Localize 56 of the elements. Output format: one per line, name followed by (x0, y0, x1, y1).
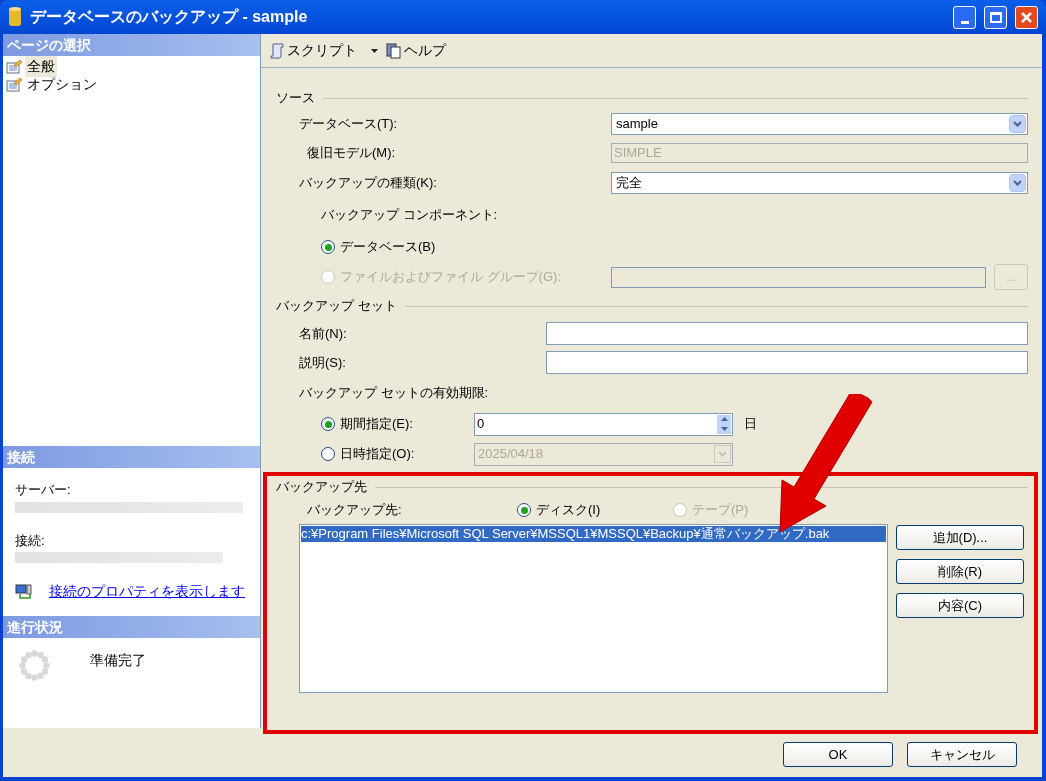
close-button[interactable] (1015, 5, 1038, 29)
minimize-button[interactable] (953, 5, 976, 29)
server-label: サーバー: (15, 481, 72, 499)
destination-button[interactable]: 追加(D)... (896, 525, 1024, 550)
field-label: バックアップの種類(K): (299, 173, 438, 192)
status-text: 準備完了 (90, 651, 146, 670)
group-label: バックアップ コンポーネント: (320, 206, 499, 225)
days-spin-field[interactable]: 0 (474, 412, 733, 436)
page-icon (6, 58, 23, 74)
description-field[interactable] (546, 351, 1028, 374)
page-icon (6, 76, 23, 92)
spin-arrows-icon (717, 414, 731, 434)
maximize-button[interactable] (984, 5, 1007, 29)
toolbar-button[interactable]: スクリプト (269, 40, 378, 61)
field-label: 名前(N): (299, 324, 348, 343)
connection-properties-link[interactable]: 接続のプロパティを表示します (49, 581, 245, 602)
computer-icon (15, 583, 33, 600)
field-label: データベース(T): (299, 114, 399, 133)
radio-label: ディスク(I) (536, 501, 601, 520)
unit-label: 日 (744, 415, 757, 434)
panel-header: 接続 (3, 446, 260, 468)
dialog-button[interactable]: キャンセル (907, 742, 1017, 767)
field-label: バックアップ先: (306, 501, 403, 520)
destination-button[interactable]: 削除(R) (896, 559, 1024, 584)
field-label: 説明(S): (299, 353, 347, 372)
field-label: 復旧モデル(M): (306, 143, 397, 162)
radio-label: データベース(B) (340, 238, 436, 257)
scroll-icon (269, 42, 285, 59)
name-field[interactable] (546, 322, 1028, 345)
database-icon (8, 6, 22, 28)
database-dropdown[interactable]: sample (611, 112, 1028, 135)
file-group-field[interactable] (611, 266, 986, 288)
radio-button[interactable] (321, 447, 335, 461)
radio-label: 日時指定(O): (340, 445, 415, 464)
connection-label: 接続: (15, 531, 46, 550)
toolbar-button[interactable]: ヘルプ (386, 40, 446, 61)
document-icon (386, 42, 402, 59)
radio-button[interactable] (321, 417, 335, 431)
close-icon (1020, 10, 1033, 24)
group-label: バックアップ セットの有効期限: (299, 384, 490, 403)
radio-label: 期間指定(E): (340, 415, 413, 434)
sidebar-item[interactable]: 全般 (25, 55, 57, 77)
dialog-button[interactable]: OK (783, 742, 893, 767)
destination-button[interactable]: 内容(C) (896, 593, 1024, 618)
section-title: バックアップ先 (276, 478, 367, 497)
radio-button[interactable] (517, 503, 531, 517)
list-item[interactable]: c:¥Program Files¥Microsoft SQL Server¥MSSQL1¥MSSQL¥Backup¥通常バックアップ.bak (301, 526, 886, 542)
destination-list[interactable]: c:¥Program Files¥Microsoft SQL Server¥MSSQL1¥MSSQL¥Backup¥通常バックアップ.bak (299, 524, 888, 693)
section-title: バックアップ セット (276, 297, 397, 316)
window-title: データベースのバックアップ - sample (30, 7, 309, 27)
panel-header: ページの選択 (3, 34, 260, 56)
radio-button[interactable] (321, 240, 335, 254)
panel-header: 進行状況 (3, 616, 260, 638)
section-title: ソース (276, 89, 315, 108)
progress-spinner-icon (19, 650, 50, 681)
backup-type-dropdown[interactable]: 完全 (611, 171, 1028, 194)
